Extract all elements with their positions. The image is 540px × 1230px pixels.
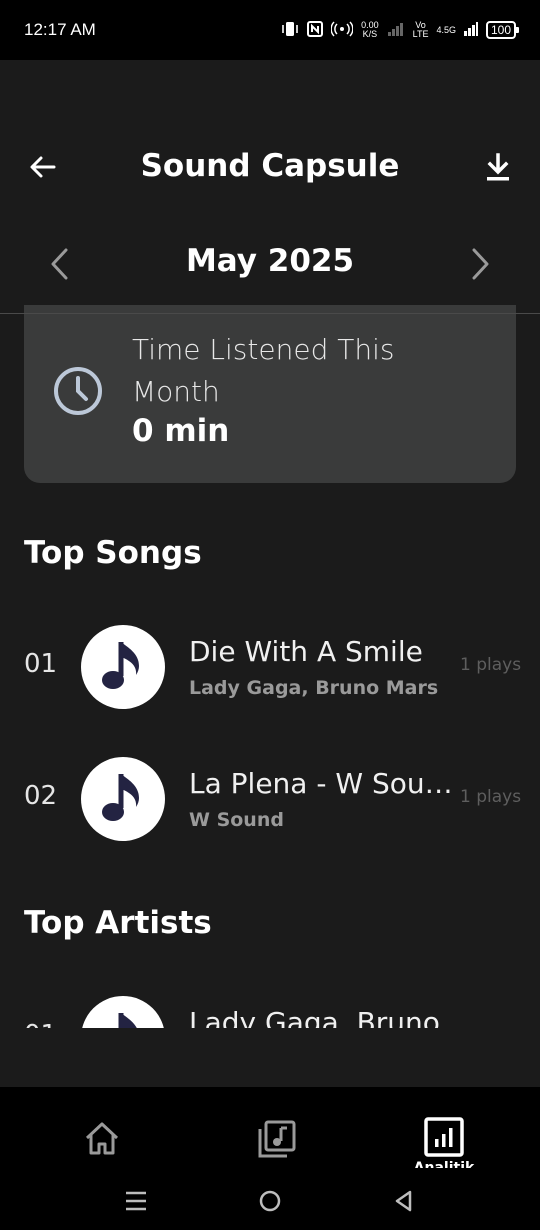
volte-label: Vo LTE [413,21,429,39]
network-type: 4.5G [436,24,456,35]
song-rank: 02 [24,781,58,811]
net-speed-unit: K/S [362,29,378,39]
clock-icon [54,367,102,415]
analytics-icon [424,1117,464,1157]
page-title: Sound Capsule [140,148,400,184]
menu-icon [126,1191,146,1211]
nav-analytics-label: Analitik [413,1160,475,1168]
song-rank: 01 [24,649,58,679]
signal-2-icon [463,21,478,39]
header-divider [0,313,540,314]
song-artwork [81,625,165,709]
nav-library[interactable] [254,1117,298,1161]
download-icon [487,153,509,181]
song-artist: W Sound [189,809,284,831]
system-menu-button[interactable] [122,1187,150,1215]
signal-1-icon [387,22,405,39]
music-note-icon [118,1013,137,1028]
music-note-icon [102,642,139,689]
system-back-button[interactable] [390,1187,418,1215]
artist-rank: 01 [24,1020,57,1028]
library-icon [258,1120,296,1158]
status-time: 12:17 AM [24,20,96,39]
home-icon [85,1122,119,1155]
top-artists-title: Top Artists [24,905,212,941]
vibrate-icon [281,21,299,40]
system-home-button[interactable] [256,1187,284,1215]
net-speed: 0.00 K/S [361,21,379,39]
header: Sound Capsule May 2025 [0,60,540,314]
song-plays: 1 plays [460,655,522,675]
battery-indicator: 100 [485,21,520,39]
time-listened-label: Time Listened This Month [132,333,395,408]
hotspot-icon [330,20,354,40]
artist-list: 01 Lady Gaga, Bruno Mars [0,990,540,1028]
song-plays: 1 plays [460,787,522,807]
circle-home-icon [259,1190,281,1212]
song-artist: Lady Gaga, Bruno Mars [189,677,439,699]
artist-name: Lady Gaga, Bruno Mars [189,1006,449,1028]
song-row[interactable]: 02 La Plena - W Sound W Sound 1 plays [0,757,540,847]
nav-home[interactable] [80,1117,124,1161]
nav-analytics[interactable] [422,1115,466,1159]
status-icons: 0.00 K/S Vo LTE 4.5G 100 [281,20,520,40]
chevron-right-icon [472,248,489,280]
time-listened-value: 0 min [132,413,230,449]
download-button[interactable] [482,150,514,186]
nfc-icon [307,20,324,40]
time-listened-card: Time Listened This Month 0 min [24,305,516,483]
triangle-back-icon [395,1190,412,1212]
month-label: May 2025 [185,243,355,279]
song-artwork [81,757,165,841]
artist-artwork [81,996,165,1028]
top-songs-title: Top Songs [24,535,202,571]
next-month-button[interactable] [464,246,496,282]
song-row[interactable]: 01 Die With A Smile Lady Gaga, Bruno Mar… [0,625,540,715]
bottom-nav: Analitik [0,1087,540,1230]
artist-row[interactable]: 01 Lady Gaga, Bruno Mars [0,996,540,1028]
song-title: La Plena - W Sound [189,767,457,800]
song-title: Die With A Smile [189,635,423,668]
volte-bottom: LTE [412,29,429,39]
music-note-icon [102,774,139,821]
status-bar: 12:17 AM 0.00 K/S Vo LTE 4.5G 100 [0,0,540,60]
